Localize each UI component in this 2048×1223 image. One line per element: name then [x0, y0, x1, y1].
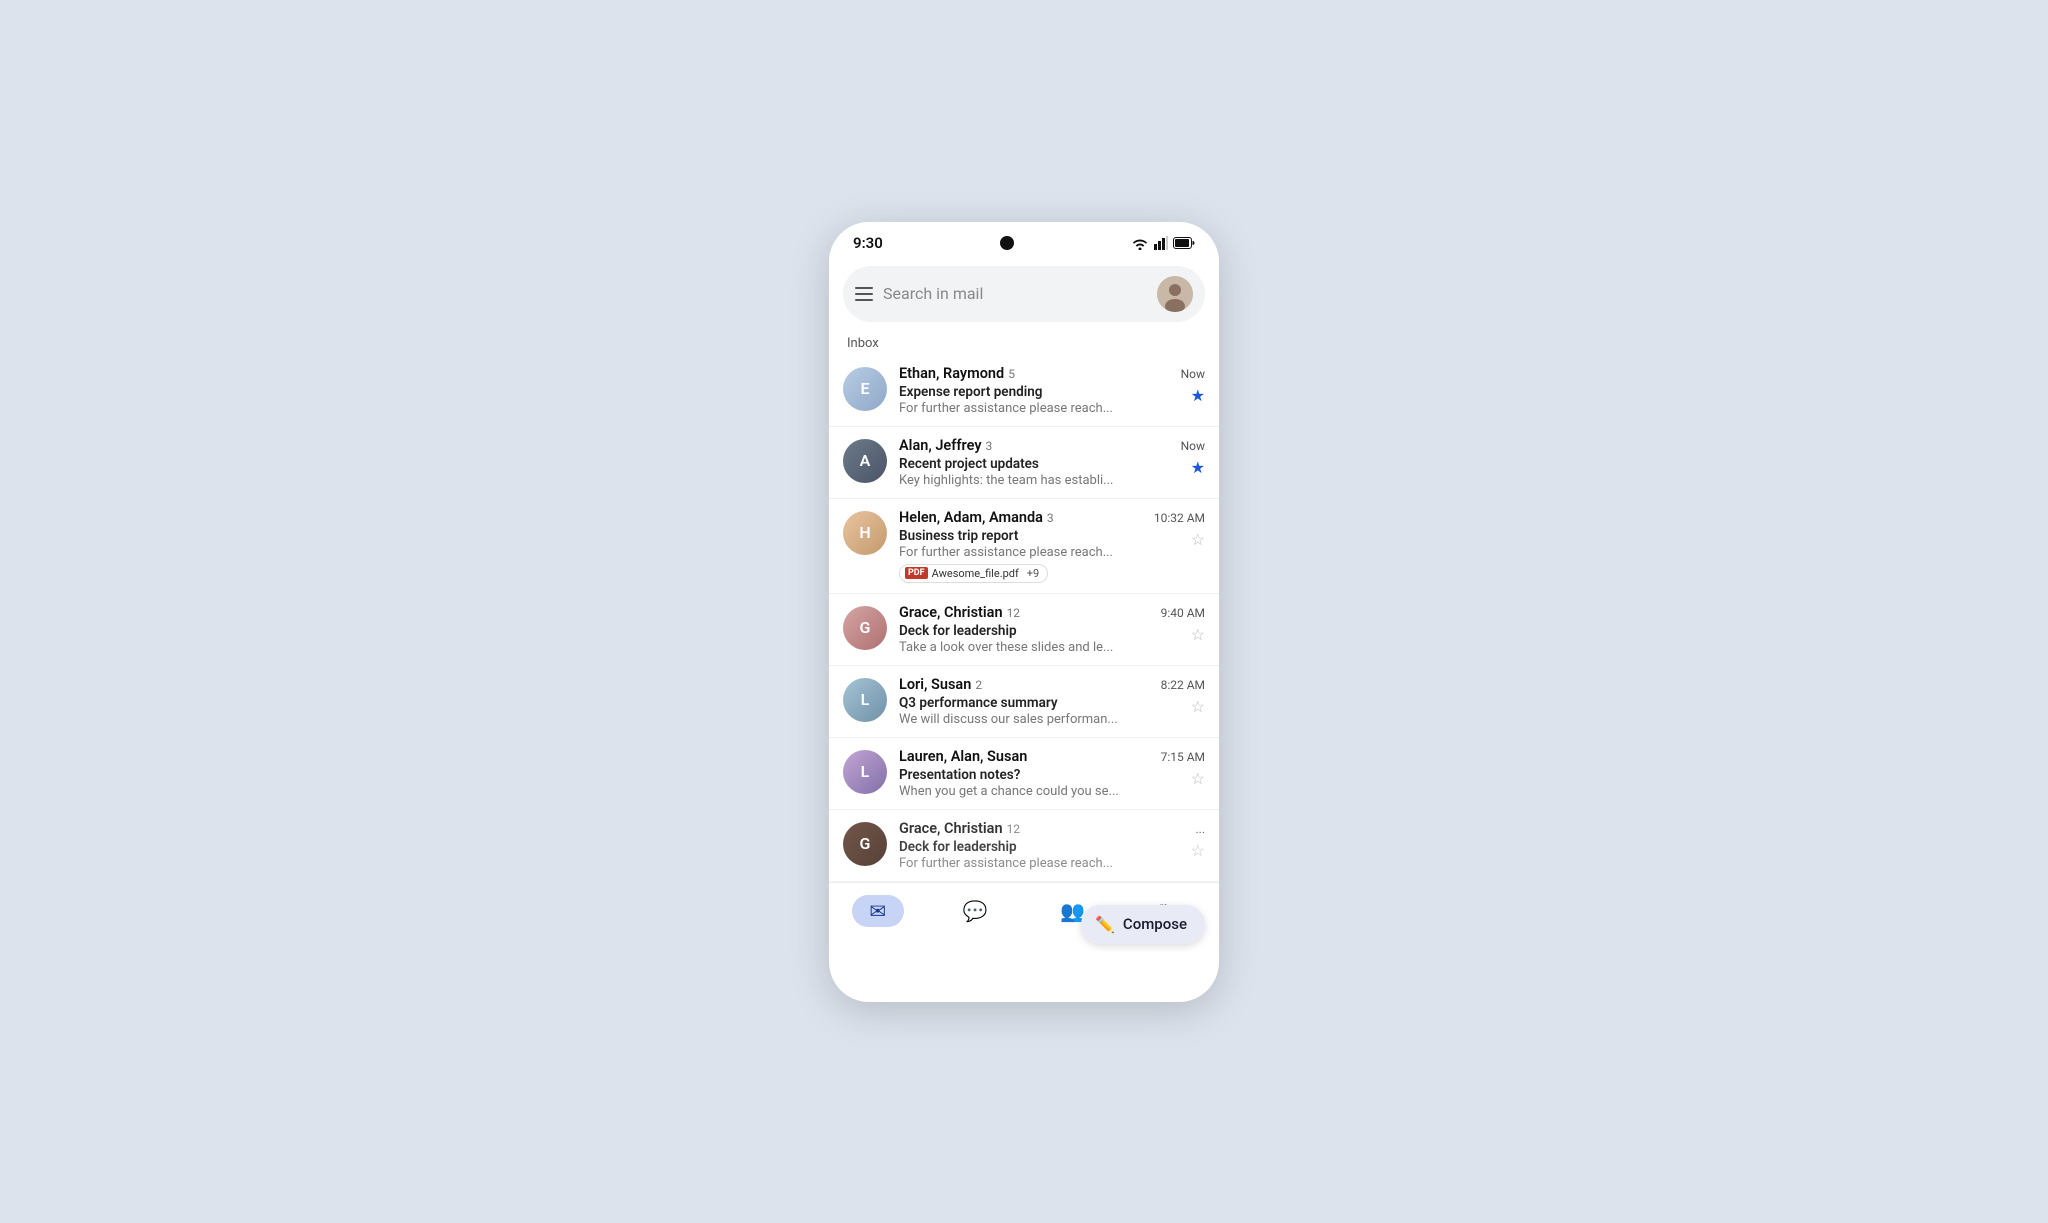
camera-dot [1000, 236, 1014, 250]
email-time-4: 9:40 AM [1161, 606, 1205, 620]
search-input[interactable]: Search in mail [883, 284, 1147, 303]
email-sender-5: Lori, Susan2 [899, 676, 1153, 693]
email-star-6[interactable]: ☆ [1191, 769, 1205, 788]
menu-icon[interactable] [855, 287, 873, 301]
email-subject-2: Recent project updates [899, 456, 1183, 472]
email-star-4[interactable]: ☆ [1191, 625, 1205, 644]
email-preview-2: Key highlights: the team has establi... [899, 473, 1183, 488]
email-item-1[interactable]: E Ethan, Raymond5 Now Expense report pendin… [829, 355, 1219, 427]
compose-label: Compose [1123, 915, 1187, 933]
email-item-5[interactable]: L Lori, Susan2 8:22 AM Q3 performance summa… [829, 666, 1219, 738]
email-item-2[interactable]: A Alan, Jeffrey3 Now Recent project updates… [829, 427, 1219, 499]
email-time-1: Now [1181, 367, 1205, 381]
email-preview-1: For further assistance please reach... [899, 401, 1183, 416]
email-item-6[interactable]: L Lauren, Alan, Susan 7:15 AM Presentation … [829, 738, 1219, 810]
email-time-3: 10:32 AM [1154, 511, 1205, 525]
email-star-2[interactable]: ★ [1191, 458, 1205, 477]
wifi-icon [1131, 236, 1149, 250]
email-subject-3: Business trip report [899, 528, 1183, 544]
email-list: E Ethan, Raymond5 Now Expense report pendin… [829, 355, 1219, 882]
email-content-1: Ethan, Raymond5 Now Expense report pending… [899, 365, 1205, 416]
email-count-5: 2 [975, 678, 982, 692]
email-content-6: Lauren, Alan, Susan 7:15 AM Presentation n… [899, 748, 1205, 799]
nav-item-mail[interactable]: ✉ [840, 891, 916, 931]
email-avatar-1: E [843, 367, 887, 411]
email-sender-2: Alan, Jeffrey3 [899, 437, 1173, 454]
email-preview-7: For further assistance please reach... [899, 856, 1183, 871]
email-avatar-3: H [843, 511, 887, 555]
status-bar: 9:30 [829, 222, 1219, 260]
compose-icon: ✏️ [1095, 915, 1115, 934]
email-item-4[interactable]: G Grace, Christian12 9:40 AM Deck for leade… [829, 594, 1219, 666]
email-avatar-2: A [843, 439, 887, 483]
nav-mail-highlight: ✉ [852, 895, 904, 927]
email-preview-6: When you get a chance could you se... [899, 784, 1183, 799]
email-content-2: Alan, Jeffrey3 Now Recent project updatesK… [899, 437, 1205, 488]
email-count-7: 12 [1007, 822, 1021, 836]
email-subject-1: Expense report pending [899, 384, 1183, 400]
email-star-3[interactable]: ☆ [1191, 530, 1205, 549]
email-sender-3: Helen, Adam, Amanda3 [899, 509, 1146, 526]
email-subject-5: Q3 performance summary [899, 695, 1183, 711]
search-bar[interactable]: Search in mail [843, 266, 1205, 322]
email-content-4: Grace, Christian12 9:40 AM Deck for leader… [899, 604, 1205, 655]
attachment-chip-3[interactable]: PDFAwesome_file.pdf+9 [899, 564, 1048, 583]
email-content-5: Lori, Susan2 8:22 AM Q3 performance summar… [899, 676, 1205, 727]
email-time-5: 8:22 AM [1161, 678, 1205, 692]
email-content-3: Helen, Adam, Amanda3 10:32 AM Business tri… [899, 509, 1205, 583]
email-item-3[interactable]: H Helen, Adam, Amanda3 10:32 AM Business tr… [829, 499, 1219, 594]
phone-frame: 9:30 [829, 222, 1219, 1002]
email-subject-7: Deck for leadership [899, 839, 1183, 855]
email-preview-5: We will discuss our sales performan... [899, 712, 1183, 727]
mail-nav-icon: ✉ [869, 899, 886, 923]
signal-icon [1154, 236, 1168, 250]
email-time-7: ... [1196, 822, 1206, 836]
email-star-5[interactable]: ☆ [1191, 697, 1205, 716]
email-avatar-5: L [843, 678, 887, 722]
email-star-7[interactable]: ☆ [1191, 841, 1205, 860]
battery-icon [1173, 237, 1195, 249]
email-star-1[interactable]: ★ [1191, 386, 1205, 405]
nav-item-chat[interactable]: 💬 [937, 891, 1013, 931]
email-subject-4: Deck for leadership [899, 623, 1183, 639]
email-avatar-7: G [843, 822, 887, 866]
email-count-1: 5 [1008, 367, 1015, 381]
chat-nav-icon: 💬 [963, 899, 988, 923]
email-count-2: 3 [986, 439, 993, 453]
email-avatar-6: L [843, 750, 887, 794]
status-icons [1131, 236, 1195, 250]
email-content-7: Grace, Christian12... Deck for leadership… [899, 820, 1205, 871]
email-avatar-4: G [843, 606, 887, 650]
email-sender-7: Grace, Christian12 [899, 820, 1188, 837]
email-time-2: Now [1181, 439, 1205, 453]
user-avatar-button[interactable] [1157, 276, 1193, 312]
email-subject-6: Presentation notes? [899, 767, 1183, 783]
status-time: 9:30 [853, 234, 883, 252]
email-preview-4: Take a look over these slides and le... [899, 640, 1183, 655]
email-count-3: 3 [1047, 511, 1054, 525]
email-sender-1: Ethan, Raymond5 [899, 365, 1173, 382]
compose-fab[interactable]: ✏️ Compose [1081, 905, 1205, 944]
email-sender-4: Grace, Christian12 [899, 604, 1153, 621]
email-count-4: 12 [1007, 606, 1021, 620]
inbox-label: Inbox [829, 322, 1219, 355]
email-preview-3: For further assistance please reach... [899, 545, 1183, 560]
email-item-7[interactable]: G Grace, Christian12... Deck for leadershi… [829, 810, 1219, 882]
email-time-6: 7:15 AM [1161, 750, 1205, 764]
email-sender-6: Lauren, Alan, Susan [899, 748, 1153, 765]
nav-chat-highlight: 💬 [949, 895, 1001, 927]
